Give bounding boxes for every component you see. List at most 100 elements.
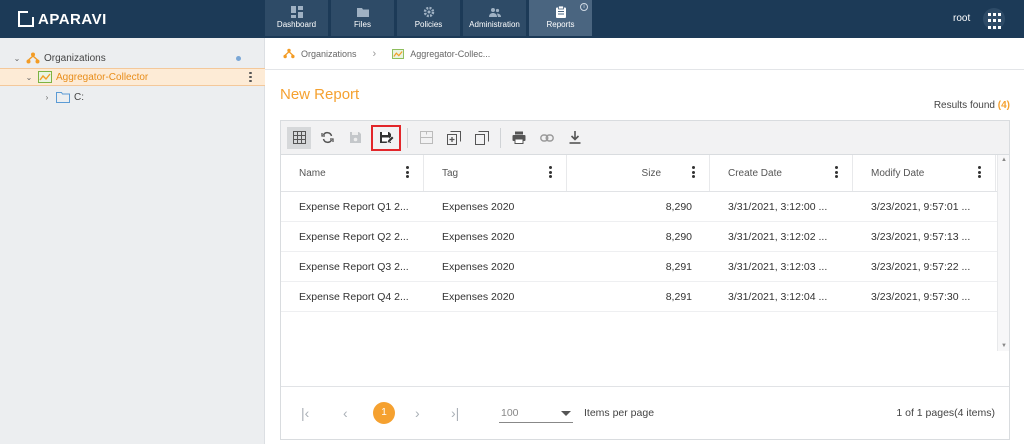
column-label: Name (299, 167, 326, 179)
nav-policies-label: Policies (414, 20, 443, 29)
cell-name: Expense Report Q1 2... (299, 200, 409, 213)
last-page-icon[interactable]: ›| (451, 405, 459, 421)
cell-size: 8,290 (665, 230, 692, 243)
dashboard-icon (290, 6, 303, 18)
save-as-button[interactable] (371, 124, 401, 151)
report-table: Name Tag Size Create Date Modify Date Ex… (281, 155, 997, 312)
cell-name: Expense Report Q2 2... (299, 230, 409, 243)
items-per-page-label: Items per page (584, 407, 655, 419)
more-options-icon[interactable] (249, 71, 252, 83)
column-header-modify-date[interactable]: Modify Date (853, 155, 996, 191)
scroll-down-icon[interactable]: ▼ (1001, 343, 1007, 349)
breadcrumb-organizations[interactable]: Organizations (301, 49, 357, 59)
chevron-down-icon[interactable]: ⌄ (24, 73, 34, 82)
info-icon[interactable]: i (580, 3, 588, 11)
main-nav: Dashboard Files Policies Administration … (265, 0, 592, 36)
top-bar: APARAVI Dashboard Files Policies Adminis… (0, 0, 1024, 38)
nav-files[interactable]: Files (331, 0, 394, 36)
split-view-button[interactable] (414, 127, 438, 149)
cell-create-date: 3/31/2021, 3:12:00 ... (728, 200, 828, 213)
results-found: Results found (4) (934, 100, 1010, 111)
aparavi-logo[interactable]: APARAVI (18, 9, 107, 29)
scroll-up-icon[interactable]: ▲ (1001, 157, 1007, 163)
copy-report-button[interactable] (470, 127, 494, 149)
toolbar-divider (500, 127, 501, 148)
next-page-icon[interactable]: › (415, 405, 420, 421)
save-icon (349, 132, 361, 143)
table-row[interactable]: Expense Report Q4 2... Expenses 2020 8,2… (281, 282, 997, 312)
cell-modify-date: 3/23/2021, 9:57:22 ... (871, 260, 971, 273)
pagination-bar: |‹ ‹ 1 › ›| 100 Items per page 1 of 1 pa… (281, 386, 1009, 439)
nav-dashboard[interactable]: Dashboard (265, 0, 328, 36)
items-per-page-value: 100 (501, 407, 519, 419)
nav-administration[interactable]: Administration (463, 0, 526, 36)
cell-modify-date: 3/23/2021, 9:57:13 ... (871, 230, 971, 243)
cell-size: 8,291 (665, 260, 692, 273)
cell-create-date: 3/31/2021, 3:12:02 ... (728, 230, 828, 243)
report-panel: Name Tag Size Create Date Modify Date Ex… (280, 120, 1010, 440)
prev-page-icon[interactable]: ‹ (343, 405, 348, 421)
copy-icon (475, 130, 489, 145)
cell-name: Expense Report Q3 2... (299, 260, 409, 273)
apps-grid-icon[interactable] (983, 8, 1005, 30)
column-label: Size (641, 167, 661, 179)
cell-tag: Expenses 2020 (442, 230, 515, 243)
clipboard-icon (555, 6, 566, 18)
toolbar-divider (407, 127, 408, 148)
column-label: Modify Date (871, 167, 925, 179)
sidebar-tree: ⌄ Organizations ⌄ Aggregator-Collector ›… (0, 38, 265, 444)
nav-reports[interactable]: Reports i (529, 0, 592, 36)
table-header: Name Tag Size Create Date Modify Date (281, 155, 997, 192)
tree-item-c-drive[interactable]: › C: (0, 88, 265, 106)
column-menu-icon[interactable] (835, 166, 838, 178)
aggregator-icon (38, 71, 52, 83)
chevron-down-icon[interactable]: ⌄ (12, 54, 22, 63)
link-icon (540, 133, 554, 142)
current-page-button[interactable]: 1 (373, 402, 395, 424)
brand-name: APARAVI (38, 10, 107, 28)
breadcrumb: Organizations › Aggregator-Collec... (265, 38, 1024, 70)
logo-mark-icon (18, 10, 35, 27)
chevron-right-icon[interactable]: › (42, 93, 52, 102)
print-button[interactable] (507, 127, 531, 149)
column-menu-icon[interactable] (692, 166, 695, 178)
page-info: 1 of 1 pages(4 items) (896, 407, 995, 419)
nav-dashboard-label: Dashboard (276, 20, 317, 29)
status-dot-icon (236, 55, 241, 61)
column-menu-icon[interactable] (406, 166, 409, 178)
column-menu-icon[interactable] (978, 166, 981, 178)
column-label: Tag (442, 167, 459, 179)
download-button[interactable] (563, 127, 587, 149)
main-content: Organizations › Aggregator-Collec... New… (265, 38, 1024, 444)
column-header-create-date[interactable]: Create Date (710, 155, 853, 191)
table-row[interactable]: Expense Report Q2 2... Expenses 2020 8,2… (281, 222, 997, 252)
table-view-button[interactable] (287, 126, 311, 149)
gear-icon (423, 6, 434, 18)
user-name[interactable]: root (953, 13, 970, 24)
add-report-button[interactable] (442, 127, 466, 149)
column-header-tag[interactable]: Tag (424, 155, 567, 191)
first-page-icon[interactable]: |‹ (301, 405, 309, 421)
link-button[interactable] (535, 127, 559, 149)
split-icon (419, 131, 433, 144)
tree-item-aggregator-collector[interactable]: ⌄ Aggregator-Collector (0, 68, 265, 86)
save-button[interactable] (343, 127, 367, 149)
items-per-page-select[interactable]: 100 (499, 403, 573, 423)
print-icon (512, 131, 526, 144)
table-row[interactable]: Expense Report Q3 2... Expenses 2020 8,2… (281, 252, 997, 282)
refresh-button[interactable] (315, 127, 339, 149)
users-icon (488, 8, 501, 17)
vertical-scrollbar[interactable]: ▲ ▼ (997, 155, 1009, 351)
download-icon (569, 131, 581, 144)
column-menu-icon[interactable] (549, 166, 552, 178)
column-header-size[interactable]: Size (567, 155, 710, 191)
tree-item-organizations[interactable]: ⌄ Organizations (0, 49, 265, 67)
column-header-name[interactable]: Name (281, 155, 424, 191)
table-row[interactable]: Expense Report Q1 2... Expenses 2020 8,2… (281, 192, 997, 222)
column-label: Create Date (728, 167, 782, 179)
breadcrumb-aggregator[interactable]: Aggregator-Collec... (410, 49, 490, 59)
results-label: Results found (933, 100, 995, 111)
organization-icon (26, 52, 40, 64)
nav-policies[interactable]: Policies (397, 0, 460, 36)
cell-size: 8,290 (665, 200, 692, 213)
